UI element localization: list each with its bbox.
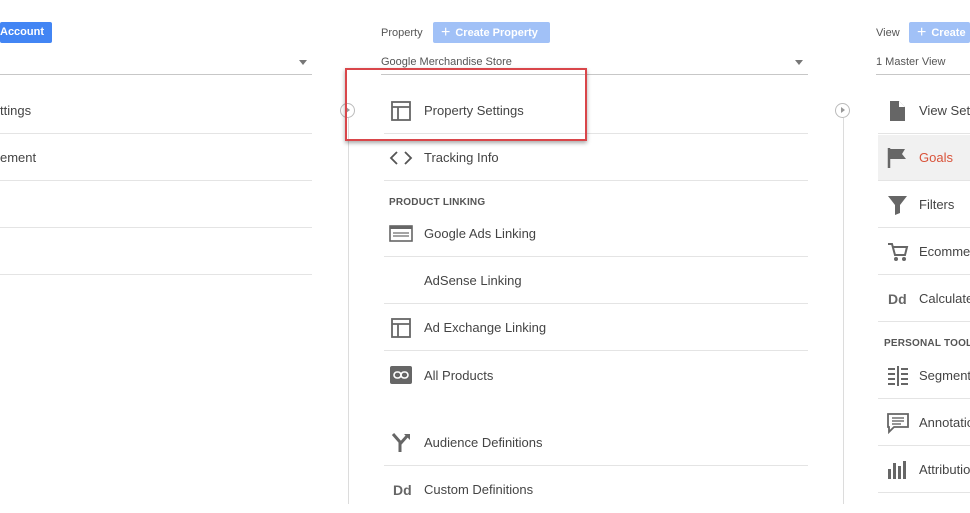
bar-chart-icon [888, 461, 906, 479]
cart-icon [888, 243, 909, 261]
goals-label: Goals [919, 150, 953, 165]
property-selector-value: Google Merchandise Store [381, 56, 512, 68]
ad-exchange-linking-item[interactable]: Ad Exchange Linking [384, 304, 808, 351]
create-view-label: Create [931, 27, 966, 39]
arrow-right-icon [835, 103, 850, 118]
adsense-linking-label: AdSense Linking [424, 273, 522, 288]
annotations-item[interactable]: Annotatio [878, 399, 970, 446]
personal-tools-heading: PERSONAL TOOL [884, 338, 970, 349]
create-account-label: Account [0, 26, 44, 38]
ads-linking-icon [389, 225, 413, 242]
product-linking-heading: PRODUCT LINKING [389, 197, 486, 208]
goals-item[interactable]: Goals [878, 135, 970, 181]
segments-icon [888, 366, 908, 386]
annotations-label: Annotatio [919, 415, 970, 430]
view-settings-label: View Set [919, 103, 970, 118]
ecommerce-item[interactable]: Ecomme [878, 229, 970, 275]
ad-exchange-linking-label: Ad Exchange Linking [424, 320, 547, 335]
calculated-item[interactable]: Dd Calculate [878, 276, 970, 322]
dd-icon: Dd [888, 291, 907, 307]
view-settings-item[interactable]: View Set [878, 88, 970, 134]
link-icon [390, 366, 412, 384]
account-item[interactable] [0, 182, 312, 228]
plus-icon: + [917, 24, 927, 41]
calculated-label: Calculate [919, 291, 970, 306]
property-column-label: Property [381, 27, 423, 39]
segments-label: Segment [919, 368, 970, 383]
view-selector[interactable]: 1 Master View [876, 52, 970, 75]
view-column-label: View [876, 27, 900, 39]
column-divider [843, 118, 844, 504]
column-divider [348, 118, 349, 504]
dd-icon: Dd [393, 482, 412, 498]
audience-definitions-label: Audience Definitions [424, 435, 543, 450]
ecommerce-label: Ecomme [919, 244, 970, 259]
ad-exchange-icon [391, 318, 411, 338]
audience-definitions-item[interactable]: Audience Definitions [384, 419, 808, 466]
create-property-button[interactable]: + Create Property [433, 22, 550, 43]
account-item-label: ttings [0, 103, 32, 118]
create-view-button[interactable]: + Create [909, 22, 970, 43]
code-brackets-icon [389, 151, 413, 165]
create-account-button[interactable]: Account [0, 22, 52, 43]
account-item-label: ement [0, 150, 37, 165]
custom-definitions-label: Custom Definitions [424, 482, 534, 497]
filters-label: Filters [919, 197, 955, 212]
comment-icon [887, 413, 909, 434]
chevron-down-icon [299, 60, 307, 65]
flag-icon [887, 148, 906, 168]
account-item[interactable]: ttings [0, 88, 312, 134]
funnel-icon [888, 196, 907, 215]
account-item[interactable]: ement [0, 135, 312, 181]
tracking-info-label: Tracking Info [424, 150, 499, 165]
view-selector-value: 1 Master View [876, 56, 946, 68]
google-ads-linking-label: Google Ads Linking [424, 226, 537, 241]
audience-fork-icon [391, 433, 410, 452]
all-products-label: All Products [424, 368, 494, 383]
all-products-item[interactable]: All Products [384, 352, 808, 398]
account-item[interactable] [0, 229, 312, 275]
chevron-down-icon [795, 60, 803, 65]
attribution-label: Attributio [919, 462, 970, 477]
filters-item[interactable]: Filters [878, 182, 970, 228]
custom-definitions-item[interactable]: Dd Custom Definitions [384, 466, 808, 513]
attribution-item[interactable]: Attributio [878, 446, 970, 493]
document-icon [890, 101, 905, 121]
account-selector[interactable] [0, 52, 312, 75]
plus-icon: + [441, 24, 451, 41]
tracking-info-item[interactable]: Tracking Info [384, 135, 808, 181]
segments-item[interactable]: Segment [878, 352, 970, 399]
highlight-box [345, 68, 587, 141]
google-ads-linking-item[interactable]: Google Ads Linking [384, 210, 808, 257]
adsense-linking-item[interactable]: AdSense Linking [384, 257, 808, 304]
create-property-label: Create Property [455, 27, 538, 39]
